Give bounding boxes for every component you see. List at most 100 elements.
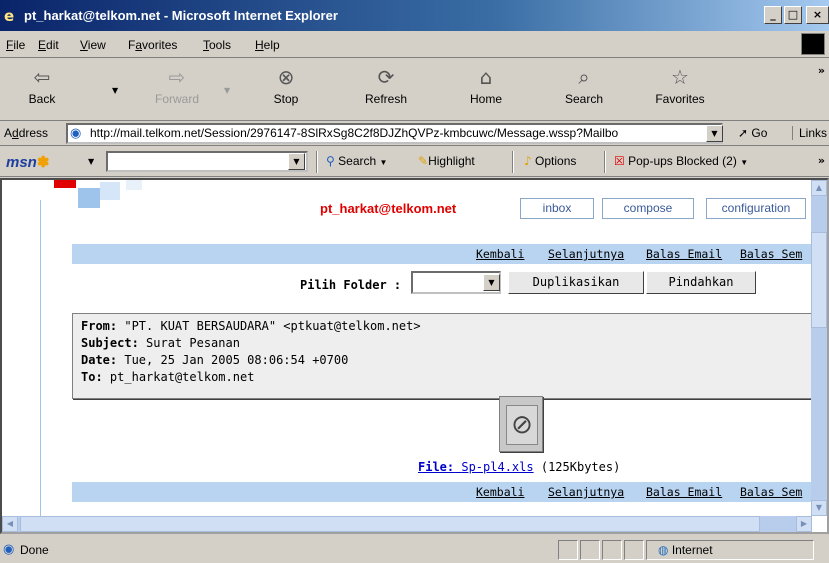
back-dropdown[interactable]: ▼ (112, 86, 118, 95)
action-bar-bottom: Kembali Selanjutnya Balas Email Balas Se… (72, 482, 814, 502)
logo-decoration (126, 180, 142, 190)
menu-bar: File Edit View Favorites Tools Help (0, 31, 829, 58)
stop-icon: ⊗ (277, 65, 295, 89)
go-button[interactable]: ➚ Go (738, 126, 767, 140)
search-button[interactable]: ⌕ Search (556, 62, 612, 114)
back-link[interactable]: Kembali (476, 247, 524, 261)
menu-help[interactable]: Help (255, 38, 280, 52)
highlight-button[interactable]: ✎Highlight (418, 154, 475, 168)
scroll-right-button[interactable]: ▶ (796, 516, 812, 532)
horizontal-scroll-thumb[interactable] (20, 516, 760, 532)
windows-flag-icon: ⊞ (801, 33, 825, 55)
next-link[interactable]: Selanjutnya (548, 485, 624, 499)
stop-button[interactable]: ⊗ Stop (262, 62, 310, 114)
left-guide-line (40, 200, 41, 520)
status-bar: ◉ Done ◍ Internet (0, 537, 829, 563)
address-url: http://mail.telkom.net/Session/2976147-8… (90, 126, 619, 140)
options-button[interactable]: ♪ Options (524, 154, 576, 168)
msn-search-input[interactable] (106, 151, 308, 172)
menu-file[interactable]: File (6, 38, 25, 52)
menu-view[interactable]: View (80, 38, 106, 52)
msn-logo[interactable]: msn✽ (6, 153, 49, 171)
title-bar: e pt_harkat@telkom.net - Microsoft Inter… (0, 0, 829, 31)
address-label: Address (4, 126, 49, 140)
links-button[interactable]: Links (792, 126, 827, 140)
move-button[interactable]: Pindahkan (646, 271, 756, 294)
status-panel (558, 540, 578, 560)
menu-tools[interactable]: Tools (203, 38, 231, 52)
configuration-link[interactable]: configuration (706, 198, 806, 219)
vertical-scrollbar[interactable]: ▲ ▼ (811, 180, 827, 516)
forward-button[interactable]: ⇨ Forward (146, 62, 208, 114)
account-email: pt_harkat@telkom.net (320, 201, 457, 216)
go-arrow-icon: ➚ (738, 126, 749, 140)
date-line: Date: Tue, 25 Jan 2005 08:06:54 +0700 (81, 353, 349, 367)
maximize-button[interactable]: □ (784, 6, 802, 24)
address-input[interactable]: ◉ http://mail.telkom.net/Session/2976147… (66, 123, 723, 144)
toolbar-separator (512, 151, 514, 173)
msn-search-button[interactable]: ⚲ Search ▼ (326, 154, 387, 168)
reply-link[interactable]: Balas Email (646, 485, 722, 499)
from-line: From: "PT. KUAT BERSAUDARA" <ptkuat@telk… (81, 319, 421, 333)
status-panel (602, 540, 622, 560)
globe-icon: ◍ (658, 543, 669, 557)
back-arrow-icon: ⇦ (33, 65, 51, 89)
page-viewport: pt_harkat@telkom.net inbox compose confi… (0, 178, 829, 534)
menu-favorites[interactable]: Favorites (128, 38, 177, 52)
status-panel (624, 540, 644, 560)
address-dropdown-button[interactable]: ▼ (706, 125, 723, 142)
home-button[interactable]: ⌂ Home (460, 62, 512, 114)
action-bar-top: Kembali Selanjutnya Balas Email Balas Se… (72, 244, 814, 264)
logo-decoration (78, 188, 100, 208)
folder-dropdown-button[interactable]: ▼ (483, 274, 500, 291)
subject-line: Subject: Surat Pesanan (81, 336, 240, 350)
menu-edit[interactable]: Edit (38, 38, 59, 52)
logo-decoration (54, 180, 76, 188)
refresh-button[interactable]: ⟳ Refresh (354, 62, 418, 114)
favorites-button[interactable]: ☆ Favorites (646, 62, 714, 114)
security-zone: ◍ Internet (658, 543, 713, 557)
popup-blocked-icon: ☒ (614, 154, 625, 168)
msn-search-dropdown-button[interactable]: ▼ (288, 153, 305, 170)
ie-logo-icon: e (4, 7, 15, 25)
forward-arrow-icon: ⇨ (168, 65, 186, 89)
attachment-button[interactable]: ⊘ (499, 396, 543, 452)
msn-menu-dropdown[interactable]: ▼ (88, 157, 94, 166)
folder-label: Pilih Folder : (300, 278, 402, 292)
next-link[interactable]: Selanjutnya (548, 247, 624, 261)
reply-all-link[interactable]: Balas Sem (740, 247, 802, 261)
search-icon: ⌕ (578, 65, 590, 89)
paperclip-icon: ⊘ (506, 405, 538, 445)
inbox-link[interactable]: inbox (520, 198, 594, 219)
address-bar: Address ◉ http://mail.telkom.net/Session… (0, 121, 829, 146)
scroll-up-button[interactable]: ▲ (811, 180, 827, 196)
page-done-icon: ◉ (3, 542, 15, 557)
forward-dropdown[interactable]: ▼ (224, 86, 230, 95)
reply-link[interactable]: Balas Email (646, 247, 722, 261)
vertical-scroll-thumb[interactable] (811, 232, 827, 328)
popups-blocked-button[interactable]: ☒ Pop-ups Blocked (2) ▼ (614, 154, 748, 168)
search-icon: ⚲ (326, 154, 335, 168)
horizontal-scrollbar[interactable]: ◀ ▶ (2, 516, 812, 532)
toolbar-overflow-chevron[interactable]: » (818, 64, 825, 77)
minimize-button[interactable]: _ (764, 6, 782, 24)
msn-toolbar: msn✽ ▼ ▼ ⚲ Search ▼ ✎Highlight ♪ Options… (0, 147, 829, 177)
status-text: Done (20, 543, 49, 557)
back-button[interactable]: ⇦ Back (20, 62, 64, 114)
standard-toolbar: ⇦ Back ▼ ⇨ Forward ▼ ⊗ Stop ⟳ Refresh ⌂ … (0, 58, 829, 121)
msn-overflow-chevron[interactable]: » (818, 154, 825, 167)
close-button[interactable]: × (806, 6, 829, 24)
scroll-left-button[interactable]: ◀ (2, 516, 18, 532)
reply-all-link[interactable]: Balas Sem (740, 485, 802, 499)
to-line: To: pt_harkat@telkom.net (81, 370, 255, 384)
scroll-down-button[interactable]: ▼ (811, 500, 827, 516)
highlighter-icon: ✎ (418, 154, 429, 168)
attachment-link[interactable]: File: Sp-pl4.xls (418, 460, 534, 474)
window-title: pt_harkat@telkom.net - Microsoft Interne… (24, 8, 338, 23)
compose-link[interactable]: compose (602, 198, 694, 219)
back-link[interactable]: Kembali (476, 485, 524, 499)
refresh-icon: ⟳ (377, 65, 395, 89)
page-icon: ◉ (70, 126, 82, 141)
copy-button[interactable]: Duplikasikan (508, 271, 644, 294)
status-panel (580, 540, 600, 560)
